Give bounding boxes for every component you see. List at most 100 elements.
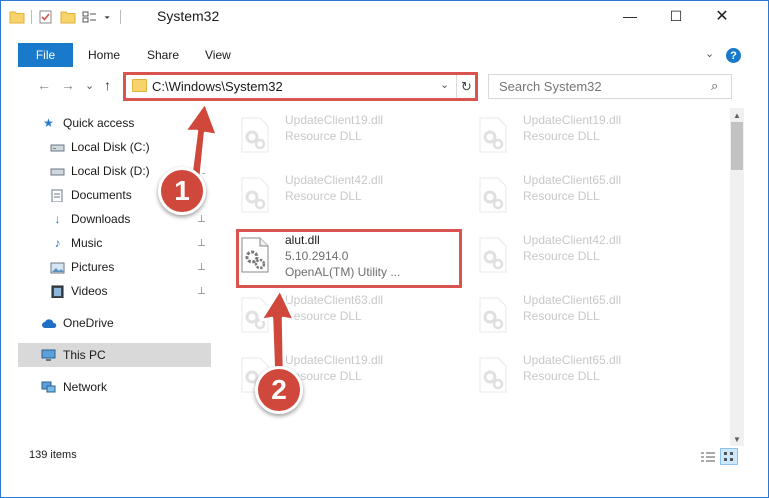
- close-button[interactable]: ✕: [699, 1, 745, 31]
- tab-view[interactable]: View: [205, 43, 231, 67]
- status-bar: 139 items: [1, 447, 768, 465]
- sidebar-item-label: Pictures: [71, 260, 115, 274]
- file-name: UpdateClient19.dll: [523, 113, 622, 127]
- ribbon-tabs: File Home Share View ⌄ ?: [1, 43, 768, 67]
- sidebar-item-label: Videos: [71, 284, 108, 298]
- file-description: Resource DLL: [523, 189, 600, 203]
- file-name: UpdateClient65.dll: [523, 353, 622, 367]
- scroll-down-icon[interactable]: ▼: [730, 432, 744, 446]
- new-folder-icon[interactable]: [60, 10, 76, 24]
- sidebar-item-onedrive[interactable]: OneDrive: [18, 312, 211, 334]
- up-button[interactable]: ↑: [104, 76, 111, 94]
- scrollbar-thumb[interactable]: [731, 122, 743, 170]
- file-description: Resource DLL: [523, 309, 600, 323]
- list-item[interactable]: UpdateClient65.dll Resource DLL: [464, 349, 694, 401]
- tab-file[interactable]: File: [18, 43, 73, 67]
- toolbar-separator: [120, 10, 121, 24]
- explorer-window: System32 — ☐ ✕ File Home Share View ⌄ ? …: [0, 0, 769, 498]
- file-description: Resource DLL: [285, 129, 362, 143]
- download-icon: ↓: [54, 212, 61, 226]
- customize-toolbar-icon[interactable]: [82, 10, 98, 24]
- sidebar-item-this-pc[interactable]: This PC: [18, 343, 211, 367]
- dll-file-icon: [479, 297, 507, 333]
- dll-file-icon: [479, 117, 507, 153]
- pin-icon: ⊥: [197, 213, 206, 225]
- file-description: Resource DLL: [523, 129, 600, 143]
- pin-icon: ⊥: [197, 261, 206, 273]
- sidebar-item-label: OneDrive: [63, 316, 114, 330]
- item-count: 139 items: [29, 449, 77, 461]
- documents-icon: [51, 189, 63, 202]
- search-box[interactable]: ⌕: [488, 74, 732, 99]
- dll-file-icon: [479, 237, 507, 273]
- videos-icon: [51, 285, 64, 298]
- sidebar-item-label: Local Disk (D:): [71, 164, 150, 178]
- annotation-arrow-2: [259, 288, 296, 376]
- pin-icon: ⊥: [197, 237, 206, 249]
- vertical-scrollbar[interactable]: ▲ ▼: [730, 108, 744, 446]
- address-highlight-box: [123, 72, 478, 101]
- sidebar-item-label: Documents: [71, 188, 132, 202]
- quick-access-toolbar: [9, 9, 121, 25]
- sidebar-item-music[interactable]: ♪ Music ⊥: [18, 232, 211, 254]
- drive-icon: [50, 144, 65, 151]
- sidebar-item-label: Music: [71, 236, 103, 250]
- file-description: Resource DLL: [523, 249, 600, 263]
- pin-icon: ⊥: [197, 285, 206, 297]
- title-bar: System32 — ☐ ✕: [1, 1, 768, 31]
- window-title: System32: [157, 8, 220, 24]
- back-button[interactable]: ←: [37, 76, 51, 94]
- network-icon: [41, 381, 56, 392]
- file-name: UpdateClient19.dll: [285, 113, 384, 127]
- sidebar-item-network[interactable]: Network: [18, 376, 211, 398]
- properties-icon[interactable]: [38, 10, 54, 24]
- search-icon[interactable]: ⌕: [711, 78, 718, 94]
- file-description: Resource DLL: [523, 369, 600, 383]
- maximize-button[interactable]: ☐: [653, 1, 699, 31]
- recent-locations-button[interactable]: ⌄: [85, 76, 94, 94]
- minimize-button[interactable]: —: [607, 1, 653, 31]
- dll-file-icon: [241, 177, 269, 213]
- list-item[interactable]: UpdateClient19.dll Resource DLL: [226, 109, 456, 161]
- sidebar-item-label: Network: [63, 380, 108, 394]
- folder-icon: [9, 11, 25, 24]
- help-icon[interactable]: ?: [726, 48, 741, 63]
- sidebar-item-pictures[interactable]: Pictures ⊥: [18, 256, 211, 278]
- list-item[interactable]: UpdateClient19.dll Resource DLL: [464, 109, 694, 161]
- sidebar-item-label: This PC: [63, 348, 106, 362]
- tab-home[interactable]: Home: [88, 43, 120, 67]
- tab-share[interactable]: Share: [147, 43, 179, 67]
- file-name: UpdateClient42.dll: [285, 173, 384, 187]
- dll-file-icon: [479, 177, 507, 213]
- sidebar-item-label: Quick access: [63, 116, 135, 130]
- annotation-badge-1: 1: [158, 167, 206, 215]
- sidebar-item-label: Downloads: [71, 212, 131, 226]
- list-item[interactable]: UpdateClient65.dll Resource DLL: [464, 289, 694, 341]
- file-name: UpdateClient42.dll: [523, 233, 622, 247]
- annotation-badge-2: 2: [255, 366, 303, 414]
- file-highlight-box: [236, 229, 462, 288]
- expand-ribbon-icon[interactable]: ⌄: [705, 47, 714, 60]
- qat-dropdown-icon[interactable]: [104, 10, 114, 24]
- details-view-icon[interactable]: [700, 450, 716, 464]
- star-icon: ★: [43, 116, 54, 130]
- file-name: UpdateClient65.dll: [523, 293, 622, 307]
- cloud-icon: [42, 318, 57, 328]
- file-name: UpdateClient65.dll: [523, 173, 622, 187]
- computer-icon: [41, 349, 56, 361]
- search-input[interactable]: [489, 75, 709, 98]
- toolbar-separator: [31, 10, 32, 24]
- sidebar-item-videos[interactable]: Videos ⊥: [18, 280, 211, 302]
- music-icon: ♪: [54, 236, 61, 250]
- scroll-up-icon[interactable]: ▲: [730, 108, 744, 122]
- forward-button[interactable]: →: [61, 76, 75, 94]
- file-description: Resource DLL: [285, 189, 362, 203]
- pictures-icon: [50, 262, 65, 273]
- sidebar-item-label: Local Disk (C:): [71, 140, 150, 154]
- tiles-view-icon[interactable]: [720, 448, 738, 465]
- list-item[interactable]: UpdateClient42.dll Resource DLL: [226, 169, 456, 221]
- drive-icon: [50, 168, 65, 175]
- dll-file-icon: [241, 117, 269, 153]
- list-item[interactable]: UpdateClient65.dll Resource DLL: [464, 169, 694, 221]
- list-item[interactable]: UpdateClient42.dll Resource DLL: [464, 229, 694, 281]
